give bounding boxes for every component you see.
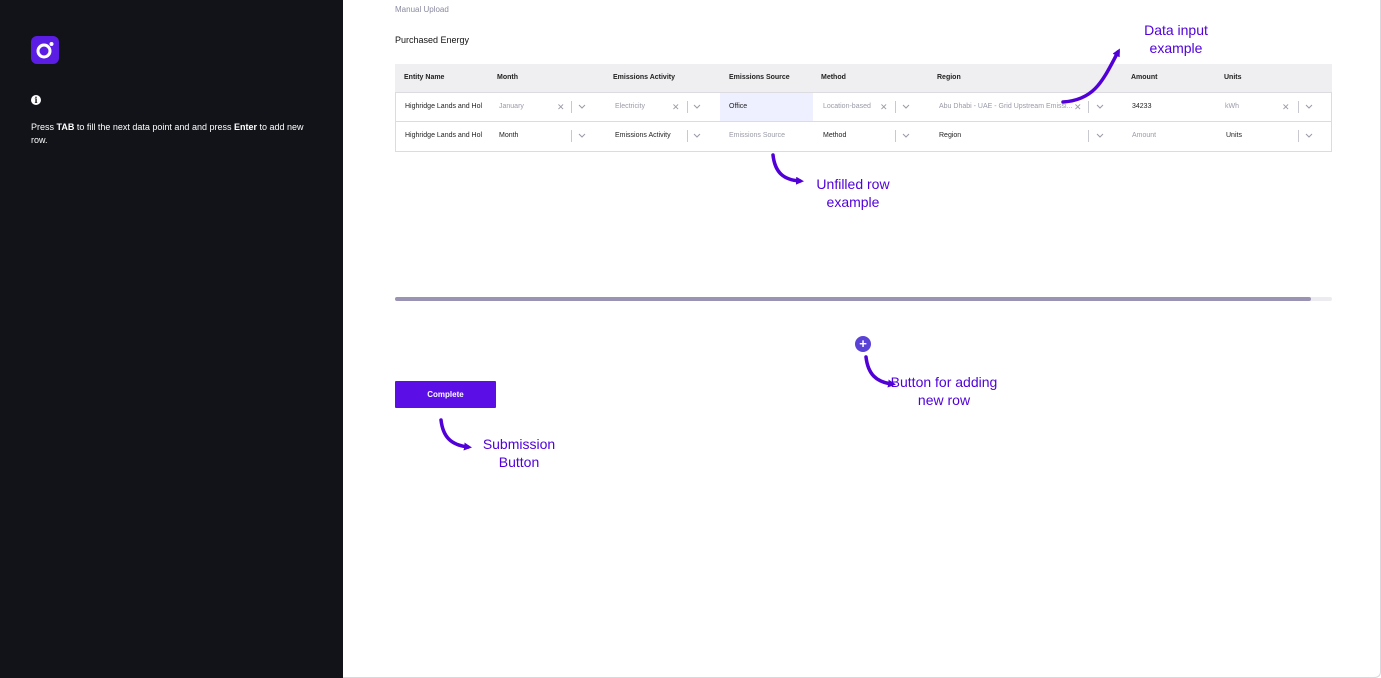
arrow-icon <box>439 418 472 451</box>
app-root: i Press TAB to fill the next data point … <box>0 0 1381 678</box>
annotation-add-row: Button for adding new row <box>890 374 998 408</box>
annotation-submission: Submission Button <box>482 436 556 470</box>
annotation-data-input: Data input example <box>1144 22 1208 56</box>
arrow-icon <box>1061 48 1120 104</box>
annotation-arrows <box>439 48 1120 451</box>
arrow-icon <box>771 153 804 185</box>
annotation-unfilled-row: Unfilled row example <box>816 176 890 210</box>
